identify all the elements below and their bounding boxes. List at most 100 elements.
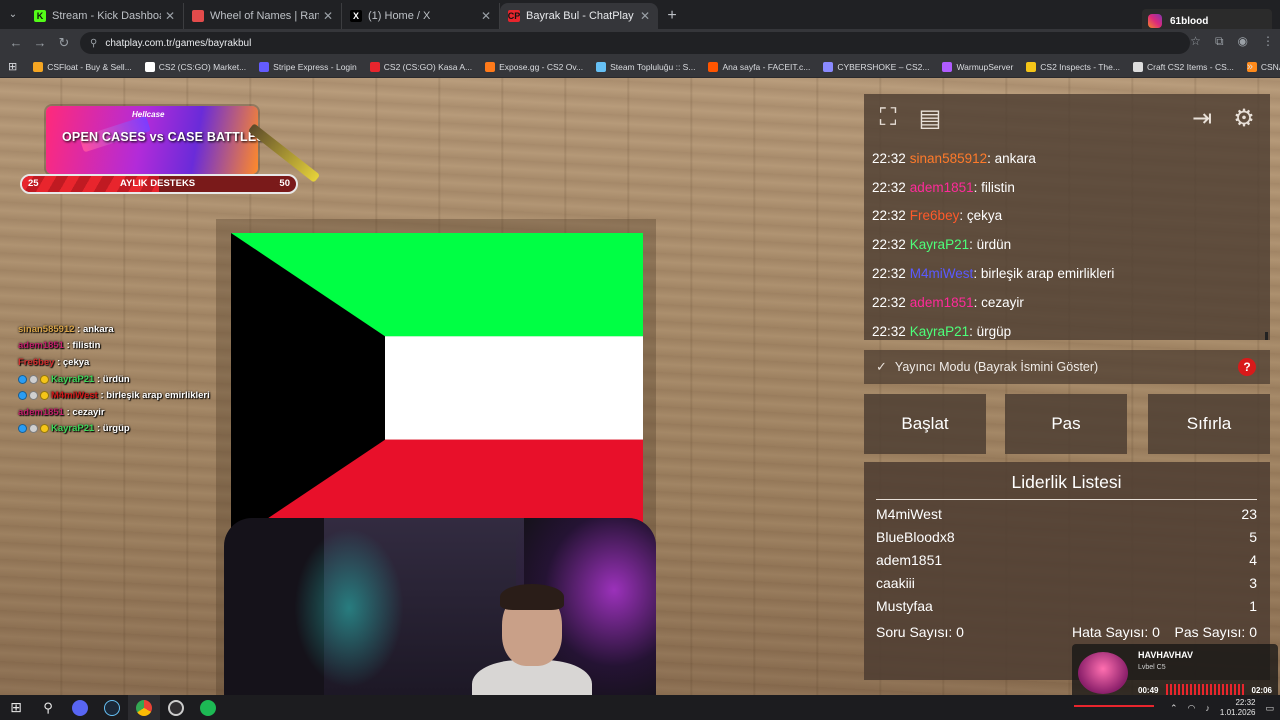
close-tab-icon[interactable]: ✕ xyxy=(481,9,491,23)
close-tab-icon[interactable]: ✕ xyxy=(640,9,650,23)
hellcase-banner[interactable]: Hellcase OPEN CASES vs CASE BATTLES xyxy=(46,106,321,183)
discord-icon[interactable] xyxy=(64,695,96,720)
chat-scrollbar[interactable] xyxy=(1265,332,1268,340)
obs-icon[interactable] xyxy=(160,695,192,720)
address-bar: ← → ↻ ⚲ chatplay.com.tr/games/bayrakbul … xyxy=(0,29,1280,56)
browser-tab[interactable]: Wheel of Names | Random nam ✕ xyxy=(184,3,342,29)
gear-icon[interactable]: ⚙ xyxy=(1228,102,1260,134)
reload-icon[interactable]: ↻ xyxy=(52,35,76,51)
help-icon[interactable]: ? xyxy=(1238,358,1256,376)
overlay-chat-text: ürdün xyxy=(102,373,130,385)
wifi-icon[interactable]: ◠ xyxy=(1188,703,1196,714)
chat-user: adem1851 xyxy=(909,294,974,310)
document-icon[interactable]: ▤ xyxy=(914,102,946,134)
tab-title: Stream - Kick Dashboard xyxy=(52,10,161,22)
streamer-mode-toggle[interactable]: ✓ Yayıncı Modu (Bayrak İsmini Göster) ? xyxy=(864,350,1270,384)
chat-text: ürdün xyxy=(976,237,1012,253)
bookmark-item[interactable]: Ana sayfa - FACEIT.c... xyxy=(708,61,810,72)
browser-tab[interactable]: X (1) Home / X ✕ xyxy=(342,3,500,29)
new-tab-button[interactable]: + xyxy=(658,3,686,29)
overlay-chat-text: birleşik arap emirlikleri xyxy=(106,390,210,402)
chrome-icon[interactable] xyxy=(128,695,160,720)
bookmark-item[interactable]: Expose.gg - CS2 Ov... xyxy=(485,61,584,72)
chatplay-page: Hellcase OPEN CASES vs CASE BATTLES 25 A… xyxy=(0,78,1280,695)
steam-icon[interactable] xyxy=(96,695,128,720)
browser-tab-strip: ⌄ K Stream - Kick Dashboard ✕ Wheel of N… xyxy=(0,0,1280,29)
browser-tab[interactable]: CP Bayrak Bul - ChatPlay ✕ xyxy=(500,3,658,29)
chat-badge-icon xyxy=(40,391,49,401)
chat-separator: : xyxy=(973,179,982,195)
profile-icon[interactable]: ◉ xyxy=(1238,34,1248,49)
overlay-chat-separator: : xyxy=(97,390,107,402)
tray-chevron-icon[interactable]: ⌃ xyxy=(1170,703,1178,714)
bookmark-item[interactable]: CS2 (CS:GO) Kasa A... xyxy=(369,61,473,72)
instagram-icon xyxy=(1148,14,1162,28)
bookmark-item[interactable]: CS2 Inspects - The... xyxy=(1026,61,1120,72)
overlay-chat-user: M4miWest xyxy=(51,390,98,402)
bookmarks-bar: ⊞ CSFloat - Buy & Sell... CS2 (CS:GO) Mar… xyxy=(0,56,1280,78)
chat-message: 22:32 adem1851: cezayir xyxy=(872,288,1262,317)
chatplay-chat-list: 22:32 sinan585912: ankara 22:32 adem1851: f… xyxy=(872,144,1262,346)
bookmark-label: CS2 (CS:GO) Kasa A... xyxy=(383,61,473,72)
close-tab-icon[interactable]: ✕ xyxy=(165,9,175,23)
bookmark-item[interactable]: CYBERSHOKE – CS2... xyxy=(823,61,930,72)
fullscreen-icon[interactable]: ⛶ xyxy=(872,102,904,134)
chat-time: 22:32 xyxy=(872,150,906,166)
overlay-chat-user: KayraP21 xyxy=(51,423,95,435)
overlay-chat-user: adem1851 xyxy=(18,406,64,418)
reset-button[interactable]: Sıfırla xyxy=(1148,394,1270,454)
back-icon[interactable]: ← xyxy=(4,35,28,50)
streamer xyxy=(472,580,592,695)
search-icon[interactable]: ⚲ xyxy=(32,695,64,720)
menu-icon[interactable]: ⋮ xyxy=(1262,34,1274,49)
url-input[interactable]: ⚲ chatplay.com.tr/games/bayrakbul xyxy=(80,32,1190,54)
bookmark-label: CYBERSHOKE – CS2... xyxy=(837,61,930,72)
forward-icon[interactable]: → xyxy=(28,35,52,50)
bookmark-favicon-icon xyxy=(1026,61,1037,72)
extensions-icon[interactable]: ⧉ xyxy=(1215,34,1224,49)
volume-icon[interactable]: ♪ xyxy=(1205,703,1210,713)
leaderboard-name: caakiii xyxy=(876,575,915,591)
site-info-icon[interactable]: ⚲ xyxy=(90,38,97,49)
close-tab-icon[interactable]: ✕ xyxy=(323,9,333,23)
windows-start-icon[interactable]: ⊞ xyxy=(0,695,32,720)
bookmark-label: Expose.gg - CS2 Ov... xyxy=(499,61,584,72)
apps-icon[interactable]: ⊞ xyxy=(8,60,17,73)
bookmark-item[interactable]: CSFloat - Buy & Sell... xyxy=(33,61,132,72)
logout-icon[interactable]: ⇥ xyxy=(1186,102,1218,134)
pass-button[interactable]: Pas xyxy=(1005,394,1127,454)
chat-time: 22:32 xyxy=(872,237,906,253)
bookmark-star-icon[interactable]: ☆ xyxy=(1190,34,1201,49)
chat-badge-icon xyxy=(29,391,38,401)
spotify-icon[interactable] xyxy=(192,695,224,720)
browser-tab[interactable]: K Stream - Kick Dashboard ✕ xyxy=(26,3,184,29)
bookmark-label: CS2 Inspects - The... xyxy=(1040,61,1120,72)
notification-icon[interactable]: ▭ xyxy=(1265,703,1274,714)
overlay-chat-text: filistin xyxy=(72,340,101,352)
tab-search-icon[interactable]: ⌄ xyxy=(0,0,26,29)
clock[interactable]: 22:32 1.01.2026 xyxy=(1220,698,1256,718)
bookmark-item[interactable]: Stripe Express - Login xyxy=(259,61,357,72)
start-button[interactable]: Başlat xyxy=(864,394,986,454)
check-icon: ✓ xyxy=(876,359,887,374)
more-bookmarks-icon[interactable]: » xyxy=(1247,61,1253,73)
url-text: chatplay.com.tr/games/bayrakbul xyxy=(105,37,252,49)
bookmark-item[interactable]: Steam Topluluğu :: S... xyxy=(596,61,695,72)
bookmark-favicon-icon xyxy=(259,61,270,72)
chat-user: sinan585912 xyxy=(909,150,988,166)
chat-message: 22:32 KayraP21: ürdün xyxy=(872,230,1262,259)
error-count: Hata Sayısı: 0 xyxy=(1072,624,1160,640)
bookmark-label: CSNADES.gg - Cou... xyxy=(1260,61,1280,72)
chat-separator: : xyxy=(959,208,967,224)
instagram-username: 61blood xyxy=(1170,15,1209,27)
banner-brand: Hellcase xyxy=(132,110,165,119)
leaderboard-score: 5 xyxy=(1249,529,1257,545)
chat-text: ankara xyxy=(994,150,1036,166)
bookmark-item[interactable]: CS2 (CS:GO) Market... xyxy=(144,61,246,72)
bookmark-item[interactable]: Craft CS2 Items - CS... xyxy=(1132,61,1234,72)
bookmark-item[interactable]: WarmupServer xyxy=(942,61,1014,72)
bookmark-label: WarmupServer xyxy=(956,61,1014,72)
overlay-chat-separator: : xyxy=(94,423,103,435)
tab-title: (1) Home / X xyxy=(368,10,431,22)
chat-badge-icon xyxy=(29,374,38,384)
